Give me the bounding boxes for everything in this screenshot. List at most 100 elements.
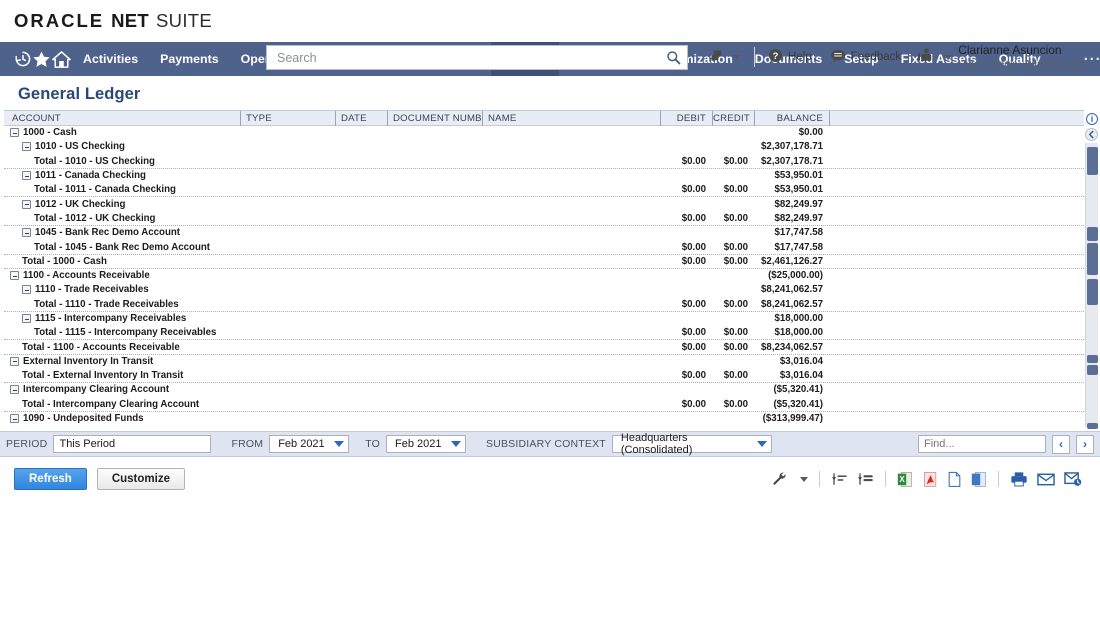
column-header-date[interactable]: DATE bbox=[335, 111, 387, 126]
column-header-type[interactable]: TYPE bbox=[240, 111, 335, 126]
table-row[interactable]: Total - 1012 - UK Checking$0.00$0.00$82,… bbox=[4, 212, 1084, 226]
to-date-select[interactable]: Feb 2021 bbox=[386, 435, 466, 453]
account-label: 1011 - Canada Checking bbox=[35, 170, 146, 181]
column-header-name[interactable]: NAME bbox=[482, 111, 660, 126]
customize-button[interactable]: Customize bbox=[97, 468, 185, 490]
collapse-toggle-icon[interactable] bbox=[10, 385, 19, 394]
nav-item-payments[interactable]: Payments bbox=[149, 42, 230, 76]
cell-account: 1090 - Undeposited Funds bbox=[4, 413, 240, 424]
collapse-level-icon[interactable] bbox=[857, 472, 874, 487]
cell-balance: ($5,320.41) bbox=[754, 384, 829, 395]
user-menu[interactable]: Clarianne Asuncion Hide n Seek - Adminis… bbox=[910, 43, 1086, 71]
cell-balance: $2,307,178.71 bbox=[754, 141, 829, 152]
export-excel-icon[interactable]: X bbox=[897, 471, 913, 488]
table-row[interactable]: 1110 - Trade Receivables$8,241,062.57 bbox=[4, 283, 1084, 297]
column-header-account[interactable]: ACCOUNT bbox=[4, 111, 240, 126]
table-row[interactable]: 1012 - UK Checking$82,249.97 bbox=[4, 197, 1084, 211]
column-header-document-number[interactable]: DOCUMENT NUMBER bbox=[387, 111, 482, 126]
from-date-value: Feb 2021 bbox=[278, 438, 324, 450]
export-csv-icon[interactable] bbox=[971, 471, 987, 488]
subsidiary-context-value: Headquarters (Consolidated) bbox=[621, 432, 749, 456]
info-icon[interactable]: i bbox=[1086, 113, 1098, 125]
find-input[interactable] bbox=[918, 435, 1046, 453]
cell-balance: $17,747.58 bbox=[754, 242, 829, 253]
report-scrollbar[interactable] bbox=[1085, 143, 1098, 427]
scrollbar-thumb[interactable] bbox=[1087, 147, 1098, 175]
collapse-toggle-icon[interactable] bbox=[10, 357, 19, 366]
collapse-toggle-icon[interactable] bbox=[10, 128, 19, 137]
home-icon[interactable] bbox=[51, 42, 72, 76]
table-row[interactable]: Total - 1100 - Accounts Receivable$0.00$… bbox=[4, 340, 1084, 354]
logo-oracle: ORACLE bbox=[14, 10, 104, 32]
table-row[interactable]: Total - Intercompany Clearing Account$0.… bbox=[4, 398, 1084, 412]
subsidiary-context-select[interactable]: Headquarters (Consolidated) bbox=[612, 435, 772, 453]
refresh-button[interactable]: Refresh bbox=[14, 468, 87, 490]
table-row[interactable]: 1090 - Undeposited Funds($313,999.47) bbox=[4, 412, 1084, 426]
nav-item-activities[interactable]: Activities bbox=[72, 42, 149, 76]
export-pdf-icon[interactable] bbox=[922, 471, 938, 488]
collapse-toggle-icon[interactable] bbox=[22, 142, 31, 151]
schedule-icon[interactable] bbox=[1064, 471, 1082, 487]
table-row[interactable]: 1010 - US Checking$2,307,178.71 bbox=[4, 140, 1084, 154]
cell-debit: $0.00 bbox=[660, 242, 712, 253]
help-button[interactable]: ? Help bbox=[759, 48, 821, 66]
table-row[interactable]: Total - 1011 - Canada Checking$0.00$0.00… bbox=[4, 183, 1084, 197]
chevron-down-icon[interactable] bbox=[800, 477, 808, 482]
wrench-tools-icon[interactable] bbox=[771, 471, 788, 487]
from-date-select[interactable]: Feb 2021 bbox=[269, 435, 349, 453]
scrollbar-marker bbox=[1087, 279, 1098, 305]
table-row[interactable]: 1115 - Intercompany Receivables$18,000.0… bbox=[4, 312, 1084, 326]
collapse-toggle-icon[interactable] bbox=[22, 200, 31, 209]
table-row[interactable]: 1045 - Bank Rec Demo Account$17,747.58 bbox=[4, 226, 1084, 240]
table-row[interactable]: Total - 1045 - Bank Rec Demo Account$0.0… bbox=[4, 240, 1084, 254]
email-icon[interactable] bbox=[1037, 472, 1055, 486]
favorites-star-icon[interactable] bbox=[32, 42, 51, 76]
table-row[interactable]: 1011 - Canada Checking$53,950.01 bbox=[4, 169, 1084, 183]
table-row[interactable]: External Inventory In Transit$3,016.04 bbox=[4, 355, 1084, 369]
print-icon[interactable] bbox=[1010, 471, 1028, 487]
cell-account: 1100 - Accounts Receivable bbox=[4, 270, 240, 281]
search-icon[interactable] bbox=[666, 50, 681, 65]
cell-credit: $0.00 bbox=[712, 213, 754, 224]
report-tool-icons: X bbox=[771, 471, 1086, 488]
cell-credit: $0.00 bbox=[712, 242, 754, 253]
search-input[interactable] bbox=[275, 50, 666, 66]
collapse-toggle-icon[interactable] bbox=[22, 285, 31, 294]
column-header-debit[interactable]: DEBIT bbox=[660, 111, 712, 126]
feedback-button[interactable]: Feedback bbox=[821, 48, 911, 66]
table-row[interactable]: Total - 1000 - Cash$0.00$0.00$2,461,126.… bbox=[4, 255, 1084, 269]
table-row[interactable]: 1000 - Cash$0.00 bbox=[4, 126, 1084, 140]
find-previous-button[interactable]: ‹ bbox=[1052, 435, 1070, 454]
table-row[interactable]: Intercompany Clearing Account($5,320.41) bbox=[4, 383, 1084, 397]
column-header-credit[interactable]: CREDIT bbox=[712, 111, 754, 126]
to-label: TO bbox=[365, 438, 380, 450]
table-row[interactable]: Total - 1010 - US Checking$0.00$0.00$2,3… bbox=[4, 155, 1084, 169]
collapse-toggle-icon[interactable] bbox=[22, 314, 31, 323]
chevron-down-icon bbox=[733, 55, 741, 60]
cell-credit: $0.00 bbox=[712, 399, 754, 410]
collapse-left-icon[interactable] bbox=[1085, 128, 1098, 141]
netsuite-logo[interactable]: ORACLE NETSUITE bbox=[14, 10, 212, 32]
global-search[interactable] bbox=[266, 45, 688, 70]
find-next-button[interactable]: › bbox=[1076, 435, 1094, 454]
cell-balance: $2,307,178.71 bbox=[754, 156, 829, 167]
collapse-toggle-icon[interactable] bbox=[22, 228, 31, 237]
account-label: 1110 - Trade Receivables bbox=[35, 284, 149, 295]
period-input[interactable]: This Period bbox=[53, 435, 211, 453]
cell-credit: $0.00 bbox=[712, 156, 754, 167]
table-row[interactable]: Total - 1115 - Intercompany Receivables$… bbox=[4, 326, 1084, 340]
export-word-icon[interactable] bbox=[947, 471, 962, 488]
scrollbar-marker bbox=[1087, 355, 1098, 363]
table-header-row: ACCOUNT TYPE DATE DOCUMENT NUMBER NAME D… bbox=[4, 111, 1084, 126]
collapse-toggle-icon[interactable] bbox=[22, 171, 31, 180]
collapse-toggle-icon[interactable] bbox=[10, 414, 19, 423]
collapse-toggle-icon[interactable] bbox=[10, 271, 19, 280]
column-header-balance[interactable]: BALANCE bbox=[754, 111, 829, 126]
table-row[interactable]: Total - External Inventory In Transit$0.… bbox=[4, 369, 1084, 383]
recent-history-icon[interactable] bbox=[14, 42, 32, 76]
quick-add-button[interactable] bbox=[699, 48, 750, 67]
table-row[interactable]: 1100 - Accounts Receivable($25,000.00) bbox=[4, 269, 1084, 283]
table-row[interactable]: Total - 1110 - Trade Receivables$0.00$0.… bbox=[4, 298, 1084, 312]
account-label: 1115 - Intercompany Receivables bbox=[35, 313, 186, 324]
expand-level-icon[interactable] bbox=[831, 472, 848, 487]
